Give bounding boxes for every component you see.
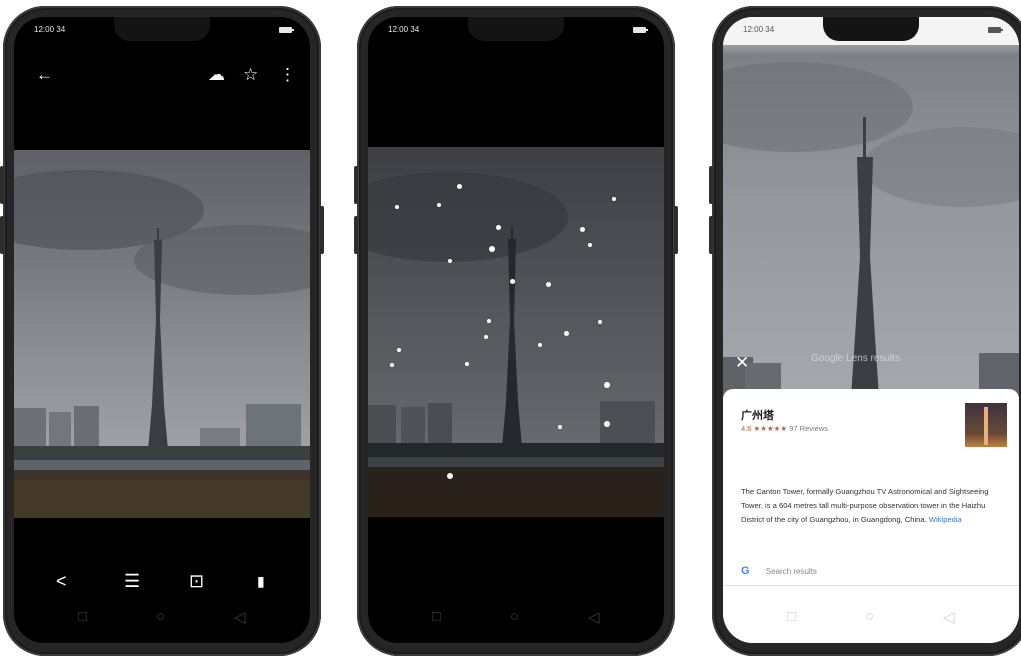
cloud-upload-icon[interactable]: ☁	[208, 65, 225, 85]
lens-icon[interactable]: ⊡	[189, 571, 204, 592]
rating-stars: 4.6 ★★★★★	[741, 424, 788, 433]
scan-dot	[510, 279, 515, 284]
notch	[468, 17, 564, 41]
scan-dot	[457, 184, 462, 189]
wikipedia-link[interactable]: Wikipedia	[929, 515, 962, 524]
scan-dot	[465, 362, 469, 366]
battery-icon	[633, 27, 648, 33]
notch	[114, 17, 210, 41]
close-icon[interactable]: ✕	[735, 353, 749, 373]
scan-dot	[496, 225, 501, 230]
battery-icon	[988, 27, 1003, 33]
scan-dot	[558, 425, 562, 429]
status-time: 12:00 34	[743, 25, 775, 34]
place-thumbnail[interactable]	[965, 403, 1007, 447]
edit-sliders-icon[interactable]: ☰	[124, 571, 140, 592]
google-logo-icon: G	[741, 565, 750, 577]
review-count[interactable]: 97 Reviews	[789, 424, 828, 433]
phone-left: 12:00 34 ← ☁ ☆ ⋮ < ☰ ⊡ ▮ □ ○ ◁	[0, 6, 324, 656]
divider	[723, 585, 1019, 586]
recent-apps-icon[interactable]: □	[432, 608, 441, 625]
scan-dot	[604, 421, 610, 427]
photo[interactable]	[14, 150, 310, 518]
scan-dot	[604, 382, 610, 388]
notch	[823, 17, 919, 41]
phone-right: 12:00 34 ✕ Google Lens results 广州塔 4.6 ★…	[709, 6, 1021, 656]
delete-icon[interactable]: ▮	[257, 573, 265, 590]
share-icon[interactable]: <	[56, 571, 67, 592]
rating-row: 4.6 ★★★★★ 97 Reviews	[741, 424, 828, 433]
scan-dot	[564, 331, 569, 336]
photo-toolbar: ← ☁ ☆ ⋮	[14, 65, 310, 95]
place-name: 广州塔	[741, 410, 774, 422]
scan-dot	[612, 197, 616, 201]
scan-dot	[487, 319, 491, 323]
search-results-row[interactable]: G Search results	[741, 565, 817, 577]
scan-dot	[546, 282, 551, 287]
back-arrow-icon[interactable]: ←	[36, 65, 53, 85]
scan-dot	[538, 343, 542, 347]
scan-dot	[397, 348, 401, 352]
nav-back-icon[interactable]: ◁	[943, 608, 955, 626]
scan-dot	[588, 243, 592, 247]
scan-dot	[448, 259, 452, 263]
recent-apps-icon[interactable]: □	[787, 608, 796, 625]
status-time: 12:00 34	[388, 25, 420, 34]
volume-button	[709, 166, 713, 204]
scan-dot	[395, 205, 399, 209]
volume-button	[354, 216, 358, 254]
scan-dot	[390, 363, 394, 367]
volume-button	[709, 216, 713, 254]
battery-icon	[279, 27, 294, 33]
status-time: 12:00 34	[34, 25, 66, 34]
photo-actions: < ☰ ⊡ ▮	[14, 563, 310, 603]
phone-middle: 12:00 34 □ ○ ◁	[354, 6, 678, 656]
star-outline-icon[interactable]: ☆	[243, 65, 258, 85]
screen: 12:00 34 ← ☁ ☆ ⋮ < ☰ ⊡ ▮ □ ○ ◁	[14, 17, 310, 643]
sheet-label: Google Lens results	[811, 353, 900, 364]
home-icon[interactable]: ○	[156, 608, 165, 625]
volume-button	[0, 216, 4, 254]
nav-back-icon[interactable]: ◁	[588, 608, 600, 626]
scan-dot	[580, 227, 585, 232]
scan-dot	[489, 246, 495, 252]
photo[interactable]	[723, 17, 1019, 397]
volume-button	[0, 166, 4, 204]
scan-dot	[437, 203, 441, 207]
scan-dot	[598, 320, 602, 324]
power-button	[320, 206, 324, 254]
power-button	[674, 206, 678, 254]
lens-scanning-photo[interactable]	[368, 147, 664, 517]
recent-apps-icon[interactable]: □	[78, 608, 87, 625]
home-icon[interactable]: ○	[865, 608, 874, 625]
more-vert-icon[interactable]: ⋮	[279, 65, 296, 85]
nav-back-icon[interactable]: ◁	[234, 608, 246, 626]
scan-dot	[484, 335, 488, 339]
volume-button	[354, 166, 358, 204]
nav-bar: □ ○ ◁	[14, 602, 310, 632]
screen: 12:00 34 □ ○ ◁	[368, 17, 664, 643]
screen: 12:00 34 ✕ Google Lens results 广州塔 4.6 ★…	[723, 17, 1019, 643]
nav-bar: □ ○ ◁	[368, 602, 664, 632]
nav-bar: □ ○ ◁	[723, 602, 1019, 632]
place-description: The Canton Tower, formally Guangzhou TV …	[741, 485, 1003, 527]
scan-dot	[447, 473, 453, 479]
home-icon[interactable]: ○	[510, 608, 519, 625]
search-results-label: Search results	[765, 567, 817, 576]
